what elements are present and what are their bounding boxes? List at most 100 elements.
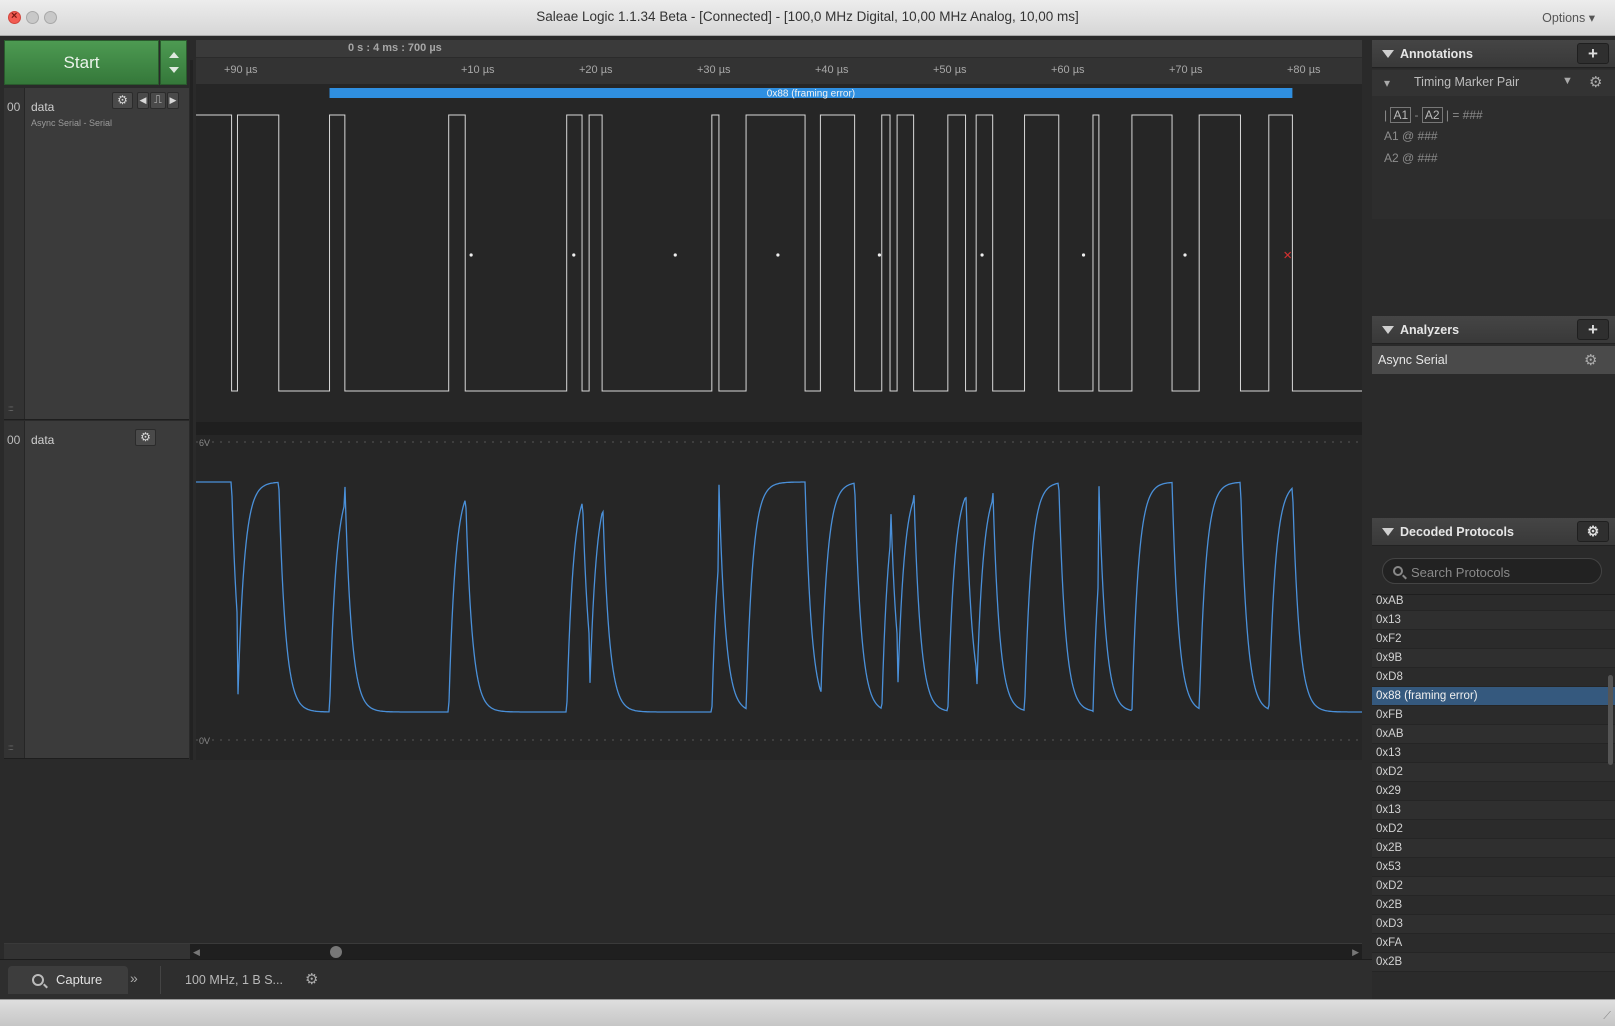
collapse-triangle-icon[interactable] [1382, 528, 1394, 536]
options-menu[interactable]: Options ▾ [1542, 10, 1595, 25]
sample-points [469, 253, 1187, 257]
waveform-view[interactable]: 0x88 (framing error) 6V 0V [196, 85, 1362, 760]
decoded-protocol-row[interactable]: 0x13 [1372, 801, 1615, 820]
title-bar: × Saleae Logic 1.1.34 Beta - [Connected]… [0, 0, 1615, 36]
ruler-tick: +30 µs [697, 64, 731, 76]
channel-analyzer-label: Async Serial - Serial [31, 118, 113, 128]
analog-trace [196, 481, 1362, 713]
add-analyzer-button[interactable]: + [1577, 319, 1609, 340]
start-options-button[interactable] [160, 40, 187, 85]
search-input[interactable] [1411, 563, 1596, 581]
next-edge-button[interactable]: ▶ [167, 92, 179, 109]
time-ruler[interactable]: +90 µs +10 µs +20 µs +30 µs +40 µs +50 µ… [196, 58, 1362, 85]
trigger-button[interactable]: ⎍ [150, 92, 166, 109]
channel-separator [196, 422, 1362, 435]
gear-icon: ⚙ [117, 93, 128, 107]
decoded-protocol-row[interactable]: 0xAB [1372, 595, 1615, 611]
decoded-protocol-row[interactable]: 0x9B [1372, 649, 1615, 668]
framing-error-marker [1284, 251, 1292, 259]
marker-difference-line: | A1 - A2 | = ### [1384, 107, 1483, 123]
decoded-protocol-row[interactable]: 0xFB [1372, 706, 1615, 725]
channel-number-box: 00 [4, 421, 25, 758]
dropdown-arrow-icon[interactable]: ▼ [1562, 75, 1573, 87]
arrow-down-icon [169, 67, 179, 73]
drag-grip-icon[interactable]: :::: [8, 404, 14, 413]
ruler-tick: +40 µs [815, 64, 849, 76]
scroll-right-icon[interactable]: ▶ [1352, 947, 1359, 958]
channel-settings-button[interactable]: ⚙ [112, 92, 133, 109]
list-scrollbar[interactable] [1608, 675, 1613, 765]
decoded-protocols-title: Decoded Protocols [1400, 525, 1514, 539]
decoded-protocol-row[interactable]: 0xD2 [1372, 763, 1615, 782]
decoded-protocol-row[interactable]: 0xD8 [1372, 668, 1615, 687]
drag-grip-icon[interactable]: :::: [8, 743, 14, 752]
decoded-protocol-row[interactable]: 0xFA [1372, 934, 1615, 953]
search-icon [1393, 566, 1403, 576]
decoded-protocol-row[interactable]: 0xD2 [1372, 820, 1615, 839]
start-button[interactable]: Start [4, 40, 159, 85]
app-window: × Saleae Logic 1.1.34 Beta - [Connected]… [0, 0, 1615, 1026]
right-sidebar: Annotations + ▾ Timing Marker Pair ▼ ⚙ |… [1372, 40, 1615, 999]
gear-icon[interactable]: ⚙ [1584, 351, 1597, 369]
search-protocols-field[interactable] [1382, 558, 1602, 584]
marker-pin-icon: ▾ [1384, 76, 1391, 90]
sample-point [877, 253, 882, 257]
a2-marker-tag[interactable]: A2 [1421, 107, 1443, 123]
decoded-protocol-row[interactable]: 0xD3 [1372, 915, 1615, 934]
collapse-triangle-icon[interactable] [1382, 326, 1394, 334]
decoded-protocol-row[interactable]: 0xF2 [1372, 630, 1615, 649]
a2-value: @ ### [1402, 151, 1438, 165]
channel-name[interactable]: data [31, 433, 54, 447]
decoded-protocol-row[interactable]: 0x53 [1372, 858, 1615, 877]
scroll-thumb[interactable] [330, 946, 342, 958]
add-annotation-button[interactable]: + [1577, 43, 1609, 64]
analyzer-item[interactable]: Async Serial ⚙ [1372, 346, 1615, 374]
decoded-protocol-row[interactable]: 0xD2 [1372, 877, 1615, 896]
decoded-settings-button[interactable]: ⚙ [1577, 521, 1609, 542]
channel-name[interactable]: data [31, 100, 54, 114]
prev-edge-button[interactable]: ◀ [137, 92, 149, 109]
gear-icon[interactable]: ⚙ [1589, 73, 1602, 91]
decoded-protocol-row[interactable]: 0x2B [1372, 953, 1615, 972]
analyzers-title: Analyzers [1400, 323, 1460, 337]
decoded-protocols-list[interactable]: 0xAB 0x13 0xF2 0x9B 0xD8 0x88 (framing error)… [1372, 594, 1615, 999]
timing-marker-row[interactable]: ▾ Timing Marker Pair ▼ ⚙ [1372, 70, 1615, 96]
channel-analog-header[interactable]: 00 data ⚙ :::: [4, 421, 189, 759]
gear-icon[interactable]: ⚙ [305, 970, 318, 988]
channel-scroll-area [4, 943, 190, 959]
decoded-protocols-header[interactable]: Decoded Protocols ⚙ [1372, 518, 1615, 546]
sample-point [572, 253, 576, 257]
a1-marker-tag[interactable]: A1 [1390, 107, 1412, 123]
waveform-plot[interactable]: 0x88 (framing error) 6V 0V [196, 85, 1362, 760]
decoded-protocol-row[interactable]: 0xAB [1372, 725, 1615, 744]
decoded-protocol-row[interactable]: 0x29 [1372, 782, 1615, 801]
search-icon [32, 974, 44, 986]
bottom-tab-bar: Capture » 100 MHz, 1 B S... ⚙ [0, 959, 1372, 999]
channel-digital-header[interactable]: 00 data Async Serial - Serial ⚙ ◀ ⎍ ▶ ::… [4, 88, 189, 420]
horizontal-scrollbar[interactable]: ◀ ▶ [190, 943, 1362, 959]
ruler-tick: +60 µs [1051, 64, 1085, 76]
a2-label: A2 [1384, 151, 1399, 165]
decoded-protocol-row[interactable]: 0x2B [1372, 896, 1615, 915]
decoded-protocol-row[interactable]: 0x13 [1372, 744, 1615, 763]
ruler-tick: +10 µs [461, 64, 495, 76]
scroll-left-icon[interactable]: ◀ [193, 947, 200, 958]
annotations-header[interactable]: Annotations + [1372, 40, 1615, 68]
a1-label: A1 [1384, 129, 1399, 143]
collapse-triangle-icon[interactable] [1382, 50, 1394, 58]
digital-trace [196, 114, 1362, 392]
window-title: Saleae Logic 1.1.34 Beta - [Connected] -… [536, 9, 1079, 24]
decoded-protocol-row[interactable]: 0x88 (framing error) [1372, 687, 1615, 706]
ruler-tick: +20 µs [579, 64, 613, 76]
analyzers-header[interactable]: Analyzers + [1372, 316, 1615, 344]
capture-tab[interactable]: Capture [8, 966, 128, 994]
sample-point [776, 253, 780, 257]
panel-splitter[interactable] [190, 60, 193, 760]
more-tabs-button[interactable]: » [130, 970, 138, 986]
protocol-bubble-label: 0x88 (framing error) [767, 89, 855, 100]
decoded-protocol-row[interactable]: 0x13 [1372, 611, 1615, 630]
resize-grip-icon[interactable]: ⟋ [1603, 1010, 1611, 1023]
time-cursor-bar[interactable]: 0 s : 4 ms : 700 µs [196, 40, 1362, 58]
channel-settings-button[interactable]: ⚙ [135, 429, 156, 446]
decoded-protocol-row[interactable]: 0x2B [1372, 839, 1615, 858]
